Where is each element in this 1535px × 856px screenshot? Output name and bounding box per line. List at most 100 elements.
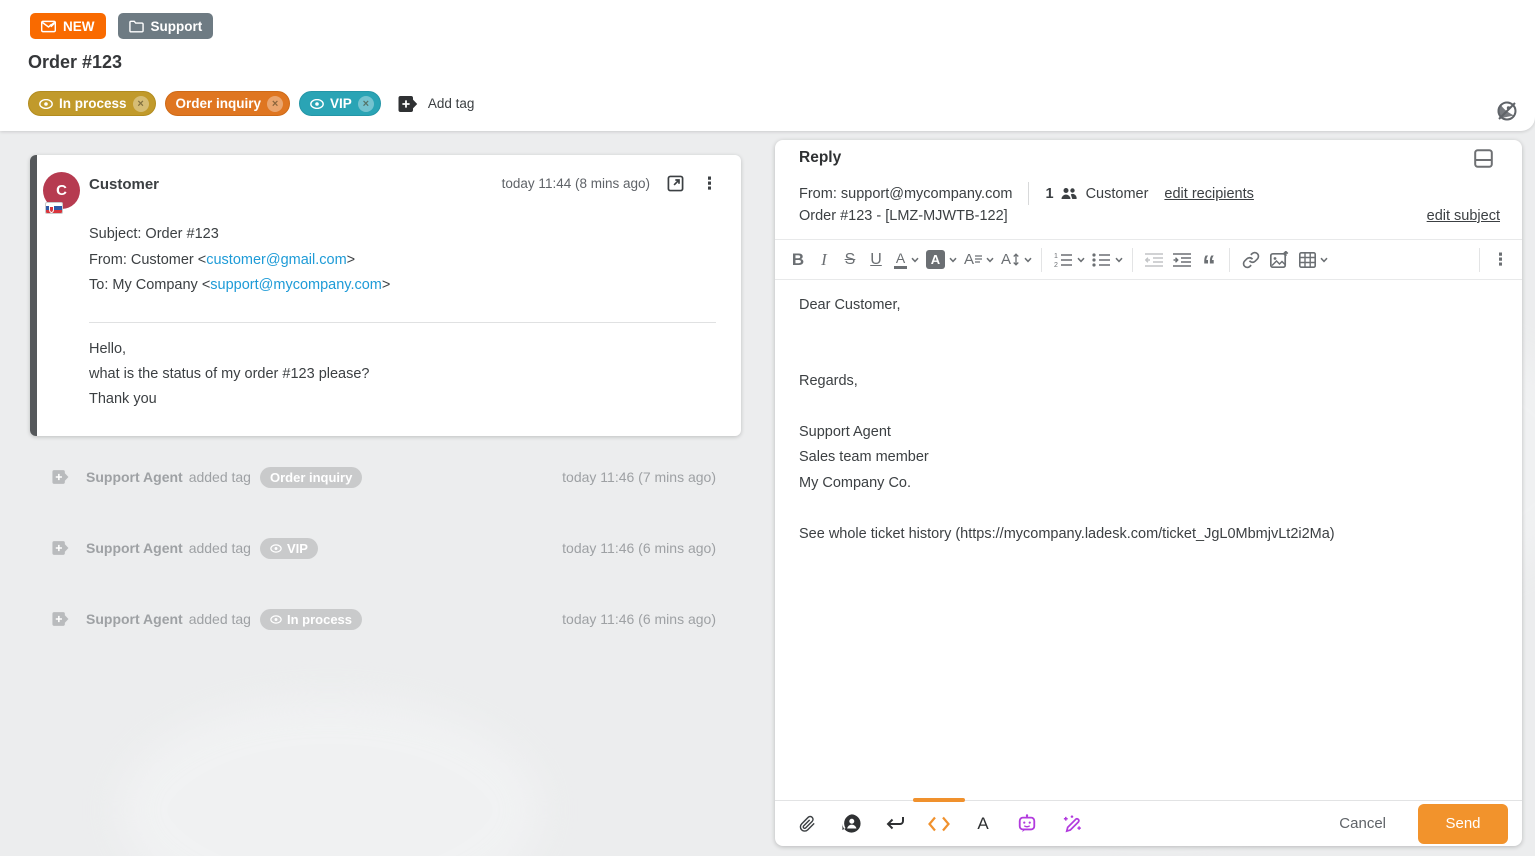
- folder-icon: [129, 20, 144, 33]
- tag-plus-icon: [398, 95, 419, 113]
- svg-text:1: 1: [1054, 253, 1058, 260]
- add-tag-button[interactable]: Add tag: [398, 95, 475, 113]
- toolbar-more-icon[interactable]: ⋮: [1487, 244, 1514, 276]
- reply-editor[interactable]: Dear Customer, Regards, Support Agent Sa…: [775, 280, 1522, 800]
- chevron-down-icon: [949, 257, 957, 263]
- event-timestamp: today 11:46 (6 mins ago): [562, 611, 716, 627]
- toolbar-divider: [1132, 248, 1133, 272]
- reply-from-row: From: support@mycompany.com 1 Customer e…: [799, 182, 1254, 205]
- tag-label: VIP: [330, 96, 352, 111]
- ordered-list-button[interactable]: 12: [1049, 244, 1087, 276]
- message-timestamp: today 11:44 (8 mins ago): [502, 176, 650, 191]
- edit-recipients-link[interactable]: edit recipients: [1164, 186, 1253, 202]
- toolbar-divider: [1479, 248, 1480, 272]
- eye-icon: [39, 99, 53, 109]
- viewers-off-icon[interactable]: [1495, 99, 1519, 123]
- unordered-list-button[interactable]: [1087, 244, 1125, 276]
- attach-file-icon[interactable]: [787, 804, 827, 844]
- reply-from-label: From:: [799, 186, 837, 202]
- tag-plus-icon: [52, 469, 70, 485]
- message-from-line: From: Customer <customer@gmail.com>: [89, 248, 390, 274]
- svg-text:2: 2: [1054, 262, 1058, 268]
- ai-assist-icon[interactable]: [1051, 804, 1091, 844]
- font-size-button[interactable]: A: [996, 244, 1034, 276]
- tag-label: In process: [59, 96, 127, 111]
- reply-subject-row: Order #123 - [LMZ-MJWTB-122] edit subjec…: [799, 208, 1500, 224]
- collapse-editor-icon[interactable]: [1474, 149, 1493, 168]
- outdent-button[interactable]: [1140, 244, 1168, 276]
- department-badge[interactable]: Support: [118, 13, 214, 39]
- reply-from-email: support@mycompany.com: [841, 186, 1013, 202]
- bold-button[interactable]: B: [785, 244, 811, 276]
- recipient-name: Customer: [1086, 186, 1149, 202]
- reply-title: Reply: [799, 149, 841, 167]
- indent-button[interactable]: [1168, 244, 1196, 276]
- tag-label: Order inquiry: [176, 96, 262, 111]
- edit-subject-link[interactable]: edit subject: [1427, 208, 1500, 224]
- ticket-page: NEW Support Order #123 In process × Orde…: [0, 0, 1535, 856]
- underline-button[interactable]: U: [863, 244, 889, 276]
- event-action: added tag: [189, 469, 251, 485]
- eye-icon: [270, 615, 282, 624]
- customer-message-card: C Customer today 11:44 (8 mins ago) ⋮ Su…: [30, 155, 741, 436]
- event-action: added tag: [189, 540, 251, 556]
- font-color-button[interactable]: A: [889, 244, 921, 276]
- message-author: Customer: [89, 176, 159, 193]
- insert-link-button[interactable]: [1237, 244, 1265, 276]
- badge-row: NEW Support: [30, 13, 213, 39]
- font-family-button[interactable]: A: [959, 244, 996, 276]
- tag-in-process[interactable]: In process ×: [28, 91, 156, 116]
- open-in-new-icon[interactable]: [667, 175, 684, 192]
- event-action: added tag: [189, 611, 251, 627]
- text-format-icon[interactable]: A: [963, 804, 1003, 844]
- background-color-button[interactable]: A: [921, 244, 959, 276]
- message-more-icon[interactable]: ⋮: [701, 175, 718, 192]
- tag-remove-icon[interactable]: ×: [267, 96, 283, 112]
- insert-table-button[interactable]: [1294, 244, 1330, 276]
- event-timestamp: today 11:46 (7 mins ago): [562, 469, 716, 485]
- recipients-count: 1: [1045, 186, 1053, 202]
- envelope-check-icon: [41, 20, 56, 33]
- chevron-down-icon: [1024, 257, 1032, 263]
- tag-plus-icon: [52, 540, 70, 556]
- reply-arrow-icon[interactable]: [875, 804, 915, 844]
- message-subject: Subject: Order #123: [89, 222, 390, 248]
- department-badge-label: Support: [151, 19, 203, 34]
- eye-icon: [270, 544, 282, 553]
- message-accent-bar: [30, 155, 37, 436]
- code-view-icon[interactable]: [919, 804, 959, 844]
- italic-button[interactable]: I: [811, 244, 837, 276]
- chevron-down-icon: [1077, 257, 1085, 263]
- send-button[interactable]: Send: [1418, 804, 1508, 844]
- tag-remove-icon[interactable]: ×: [133, 96, 149, 112]
- from-email-link[interactable]: customer@gmail.com: [206, 252, 346, 268]
- event-row: Support Agent added tag In process today…: [30, 604, 741, 634]
- status-badge-new[interactable]: NEW: [30, 13, 106, 39]
- insert-image-button[interactable]: [1265, 244, 1294, 276]
- reply-subject: Order #123 - [LMZ-MJWTB-122]: [799, 208, 1008, 224]
- event-tag-pill: In process: [260, 609, 362, 630]
- event-tag-pill: Order inquiry: [260, 467, 362, 488]
- event-row: Support Agent added tag VIP today 11:46 …: [30, 533, 741, 563]
- recipients-people-icon: [1061, 187, 1077, 200]
- tag-vip[interactable]: VIP ×: [299, 91, 381, 116]
- to-email-link[interactable]: support@mycompany.com: [210, 277, 382, 293]
- canned-message-icon[interactable]: [831, 804, 871, 844]
- blockquote-button[interactable]: “: [1196, 244, 1222, 276]
- chevron-down-icon: [1115, 257, 1123, 263]
- tag-order-inquiry[interactable]: Order inquiry ×: [165, 91, 291, 116]
- chevron-down-icon: [986, 257, 994, 263]
- event-timestamp: today 11:46 (6 mins ago): [562, 540, 716, 556]
- ticket-header: NEW Support Order #123 In process × Orde…: [0, 0, 1535, 131]
- toolbar-divider: [1229, 248, 1230, 272]
- tag-remove-icon[interactable]: ×: [358, 96, 374, 112]
- status-badge-label: NEW: [63, 19, 95, 34]
- message-header-actions: today 11:44 (8 mins ago) ⋮: [502, 175, 718, 192]
- event-row: Support Agent added tag Order inquiry to…: [30, 462, 741, 492]
- cancel-button[interactable]: Cancel: [1323, 807, 1402, 840]
- reply-footer: A Cancel Send: [775, 800, 1522, 846]
- tag-row: In process × Order inquiry × VIP × Add t…: [28, 91, 474, 116]
- chat-bot-icon[interactable]: [1007, 804, 1047, 844]
- message-divider: [89, 322, 716, 323]
- strikethrough-button[interactable]: S: [837, 244, 863, 276]
